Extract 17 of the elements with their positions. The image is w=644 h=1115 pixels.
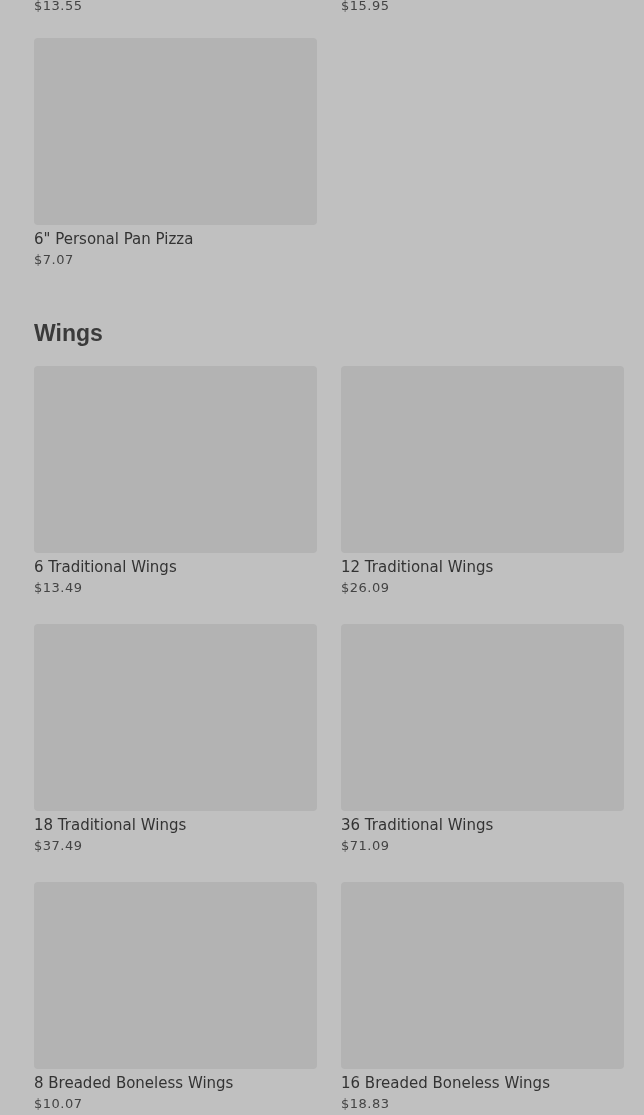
item-price: $10.07 xyxy=(34,1095,84,1113)
item-name[interactable]: 6 Traditional Wings xyxy=(34,557,317,577)
item-name[interactable]: 18 Traditional Wings xyxy=(34,815,317,835)
item-name[interactable]: 36 Traditional Wings xyxy=(341,815,624,835)
item-price: $18.83 xyxy=(341,1095,391,1113)
item-price: $26.09 xyxy=(341,579,391,597)
item-price: $37.49 xyxy=(34,837,84,855)
item-price: $13.55 xyxy=(34,0,84,12)
item-price: $15.95 xyxy=(341,0,391,12)
item-price: $7.07 xyxy=(34,251,75,269)
item-name[interactable]: 6" Personal Pan Pizza xyxy=(34,229,317,249)
item-price: $71.09 xyxy=(341,837,391,855)
item-price: $13.49 xyxy=(34,579,84,597)
item-name[interactable]: 12 Traditional Wings xyxy=(341,557,624,577)
item-name[interactable]: 16 Breaded Boneless Wings xyxy=(341,1073,624,1093)
item-name[interactable]: 8 Breaded Boneless Wings xyxy=(34,1073,317,1093)
section-heading: Wings xyxy=(34,319,104,348)
